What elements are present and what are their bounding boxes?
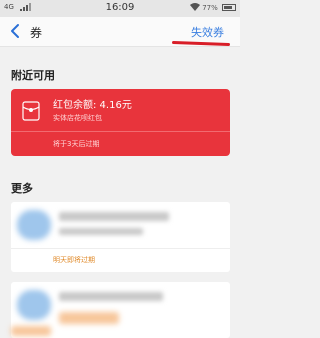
blurred-coupon-detail bbox=[59, 228, 143, 235]
blurred-merchant-logo bbox=[17, 210, 51, 240]
blurred-coupon-badge bbox=[11, 326, 51, 336]
battery-icon bbox=[222, 4, 236, 11]
page-title: 券 bbox=[30, 26, 43, 40]
status-bar: 4G 16:09 77% bbox=[0, 0, 240, 17]
coupon-card[interactable] bbox=[11, 282, 230, 338]
blurred-coupon-tag bbox=[59, 312, 119, 324]
red-packet-expiry: 将于3天后过期 bbox=[53, 140, 100, 148]
red-envelope-icon bbox=[20, 100, 42, 122]
expired-coupons-link[interactable]: 失效券 bbox=[191, 24, 224, 40]
coupon-expiry-warning: 明天即将过期 bbox=[53, 256, 95, 264]
section-title-nearby: 附近可用 bbox=[11, 69, 55, 82]
back-arrow-icon[interactable] bbox=[8, 23, 24, 39]
section-title-more: 更多 bbox=[11, 182, 33, 195]
wifi-icon bbox=[189, 3, 202, 12]
red-packet-card[interactable]: 红包余额: 4.16元 实体店花呗红包 将于3天后过期 bbox=[11, 89, 230, 156]
status-right: 77% bbox=[189, 3, 236, 12]
card-divider bbox=[11, 131, 230, 132]
coupon-divider bbox=[11, 248, 230, 249]
red-packet-amount: 红包余额: 4.16元 bbox=[53, 100, 132, 111]
coupon-card[interactable]: 明天即将过期 bbox=[11, 202, 230, 272]
battery-percent: 77% bbox=[202, 4, 218, 12]
blurred-merchant-logo bbox=[17, 290, 51, 320]
blurred-coupon-title bbox=[59, 292, 163, 301]
blurred-coupon-title bbox=[59, 212, 169, 221]
red-packet-description: 实体店花呗红包 bbox=[53, 114, 102, 122]
